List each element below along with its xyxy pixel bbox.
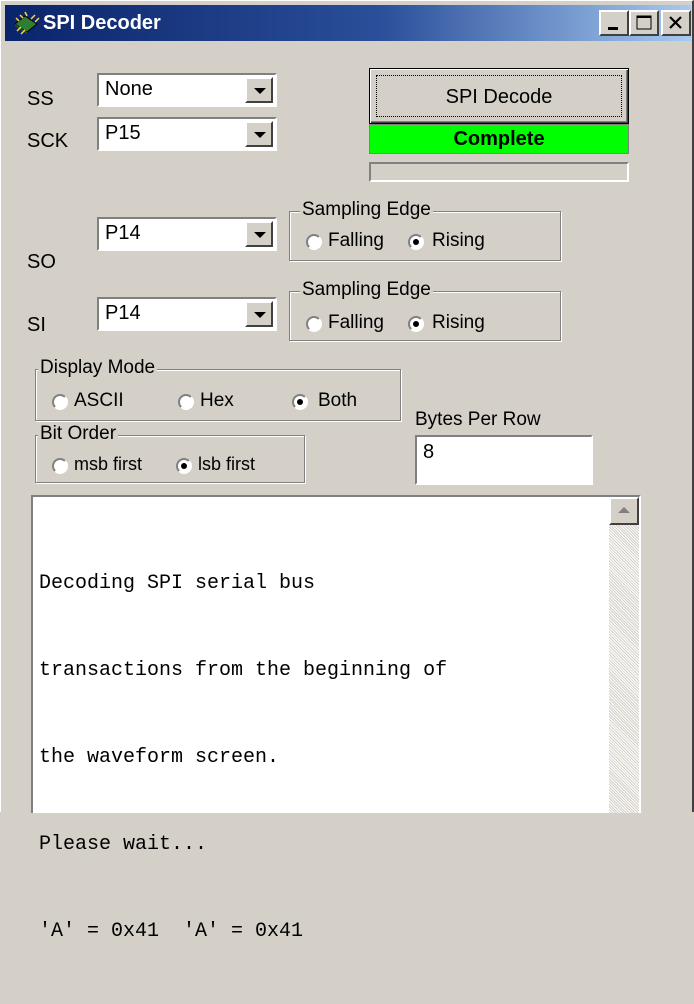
so-label: SO: [27, 251, 56, 273]
display-hex-label: Hex: [200, 390, 234, 411]
output-line: Decoding SPI serial bus: [39, 572, 316, 595]
spi-decode-button[interactable]: SPI Decode: [369, 68, 629, 124]
status-badge: Complete: [369, 124, 629, 154]
output-text: Decoding SPI serial bus transactions fro…: [39, 511, 609, 1004]
output-line: the waveform screen.: [39, 746, 280, 769]
si-rising-label: Rising: [432, 312, 485, 333]
minimize-icon: [608, 27, 618, 30]
sck-select[interactable]: P15: [97, 117, 277, 151]
si-select[interactable]: P14: [97, 297, 277, 331]
progress-bar: [369, 162, 629, 182]
chevron-down-icon[interactable]: [245, 121, 273, 147]
title-bar[interactable]: SPI Decoder: [5, 5, 691, 41]
maximize-button[interactable]: [629, 10, 659, 36]
chevron-down-icon[interactable]: [245, 301, 273, 327]
lsb-first-label: lsb first: [198, 454, 256, 474]
si-select-value: P14: [105, 302, 141, 324]
minimize-button[interactable]: [599, 10, 629, 36]
ss-select-value: None: [105, 78, 153, 100]
msb-first-radio[interactable]: [52, 458, 68, 474]
so-falling-label: Falling: [328, 230, 384, 251]
si-sampling-edge-legend: Sampling Edge: [300, 279, 433, 301]
output-line: Please wait...: [39, 833, 208, 856]
window-title: SPI Decoder: [43, 12, 161, 34]
close-icon: [669, 16, 682, 29]
output-line: transactions from the beginning of: [39, 659, 448, 682]
si-label: SI: [27, 314, 46, 336]
bytes-per-row-input[interactable]: 8: [415, 435, 593, 485]
display-both-radio[interactable]: [292, 394, 308, 410]
sck-label: SCK: [27, 130, 69, 152]
output-line: 'A' = 0x41 'A' = 0x41: [39, 920, 304, 943]
so-sampling-edge-group: Sampling Edge Falling Rising: [289, 199, 561, 261]
so-rising-radio[interactable]: [408, 234, 424, 250]
spi-decoder-window: SPI Decoder SS None SCK P15 SPI Decode C…: [0, 0, 694, 943]
scroll-up-arrow-icon[interactable]: [609, 497, 639, 525]
ss-select[interactable]: None: [97, 73, 277, 107]
lsb-first-radio[interactable]: [176, 458, 192, 474]
sck-select-value: P15: [105, 122, 141, 144]
chevron-down-icon[interactable]: [245, 77, 273, 103]
msb-first-label: msb first: [74, 454, 143, 474]
display-mode-legend: Display Mode: [38, 357, 158, 379]
so-falling-radio[interactable]: [306, 234, 322, 250]
display-ascii-radio[interactable]: [52, 394, 68, 410]
display-mode-group: Display Mode ASCII Hex Both: [35, 357, 401, 421]
ss-label: SS: [27, 88, 54, 110]
si-rising-radio[interactable]: [408, 316, 424, 332]
si-falling-label: Falling: [328, 312, 384, 333]
bit-order-group: Bit Order msb first lsb first: [35, 423, 305, 483]
display-ascii-label: ASCII: [74, 390, 124, 411]
app-chip-icon: [14, 11, 40, 35]
display-hex-radio[interactable]: [178, 394, 194, 410]
so-select[interactable]: P14: [97, 217, 277, 251]
maximize-icon: [636, 15, 652, 30]
so-sampling-edge-legend: Sampling Edge: [300, 199, 433, 221]
close-button[interactable]: [661, 10, 691, 36]
so-select-value: P14: [105, 222, 141, 244]
so-rising-label: Rising: [432, 230, 485, 251]
si-sampling-edge-group: Sampling Edge Falling Rising: [289, 279, 561, 341]
chevron-down-icon[interactable]: [245, 221, 273, 247]
output-textarea[interactable]: Decoding SPI serial bus transactions fro…: [31, 495, 641, 943]
display-both-label: Both: [318, 390, 358, 411]
vertical-scrollbar[interactable]: [609, 497, 639, 813]
si-falling-radio[interactable]: [306, 316, 322, 332]
bytes-per-row-label: Bytes Per Row: [415, 409, 541, 430]
bit-order-legend: Bit Order: [38, 423, 119, 445]
